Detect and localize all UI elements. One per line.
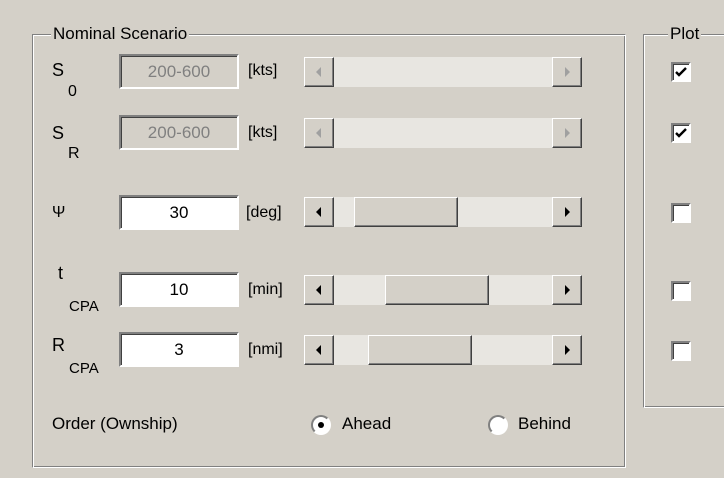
s0-value-field[interactable] bbox=[119, 54, 239, 89]
ahead-radio[interactable] bbox=[311, 415, 331, 435]
scroll-left-arrow-icon[interactable] bbox=[304, 197, 334, 227]
tcpa-scrollbar[interactable] bbox=[304, 275, 582, 305]
scroll-left-arrow-icon[interactable] bbox=[304, 57, 334, 87]
order-label: Order (Ownship) bbox=[52, 414, 178, 433]
s0-symbol: S bbox=[52, 60, 65, 80]
rcpa-scrollbar[interactable] bbox=[304, 335, 582, 365]
plot-title: Plot bbox=[668, 23, 702, 45]
scroll-right-arrow-icon[interactable] bbox=[552, 335, 582, 365]
tcpa-unit: [min] bbox=[248, 281, 283, 298]
ahead-label[interactable]: Ahead bbox=[342, 414, 391, 434]
checkmark-icon bbox=[675, 128, 687, 138]
nominal-scenario-title: Nominal Scenario bbox=[51, 23, 190, 45]
rcpa-unit: [nmi] bbox=[248, 341, 283, 358]
rcpa-value-field[interactable] bbox=[119, 332, 239, 367]
s0-unit: [kts] bbox=[248, 62, 278, 79]
behind-radio[interactable] bbox=[488, 415, 508, 435]
sr-subscript: R bbox=[68, 145, 80, 162]
sr-symbol: S bbox=[52, 123, 65, 143]
tcpa-subscript: CPA bbox=[69, 298, 99, 315]
tcpa-symbol: t bbox=[58, 263, 64, 283]
plot-checkbox-s0[interactable] bbox=[671, 62, 691, 82]
scroll-left-arrow-icon[interactable] bbox=[304, 275, 334, 305]
plot-checkbox-psi[interactable] bbox=[671, 203, 691, 223]
plot-checkbox-tcpa[interactable] bbox=[671, 281, 691, 301]
psi-scroll-thumb[interactable] bbox=[354, 197, 458, 227]
psi-value-field[interactable] bbox=[119, 195, 239, 230]
s0-scrollbar[interactable] bbox=[304, 57, 582, 87]
plot-checkbox-rcpa[interactable] bbox=[671, 341, 691, 361]
sr-value-field[interactable] bbox=[119, 115, 239, 150]
checkmark-icon bbox=[675, 67, 687, 77]
scroll-right-arrow-icon[interactable] bbox=[552, 57, 582, 87]
psi-scrollbar[interactable] bbox=[304, 197, 582, 227]
plot-checkbox-sr[interactable] bbox=[671, 123, 691, 143]
scroll-left-arrow-icon[interactable] bbox=[304, 118, 334, 148]
scroll-right-arrow-icon[interactable] bbox=[552, 275, 582, 305]
scroll-right-arrow-icon[interactable] bbox=[552, 197, 582, 227]
tcpa-value-field[interactable] bbox=[119, 272, 239, 307]
nominal-scenario-group: Nominal Scenario bbox=[32, 23, 626, 468]
scroll-right-arrow-icon[interactable] bbox=[552, 118, 582, 148]
rcpa-subscript: CPA bbox=[69, 360, 99, 377]
psi-symbol: Ψ bbox=[52, 204, 66, 221]
sr-scrollbar[interactable] bbox=[304, 118, 582, 148]
ahead-radio-dot bbox=[318, 422, 324, 428]
rcpa-symbol: R bbox=[52, 335, 65, 355]
sr-unit: [kts] bbox=[248, 124, 278, 141]
behind-label[interactable]: Behind bbox=[518, 414, 571, 434]
psi-unit: [deg] bbox=[246, 204, 282, 221]
tcpa-scroll-thumb[interactable] bbox=[385, 275, 489, 305]
s0-subscript: 0 bbox=[68, 83, 77, 100]
rcpa-scroll-thumb[interactable] bbox=[368, 335, 472, 365]
scroll-left-arrow-icon[interactable] bbox=[304, 335, 334, 365]
